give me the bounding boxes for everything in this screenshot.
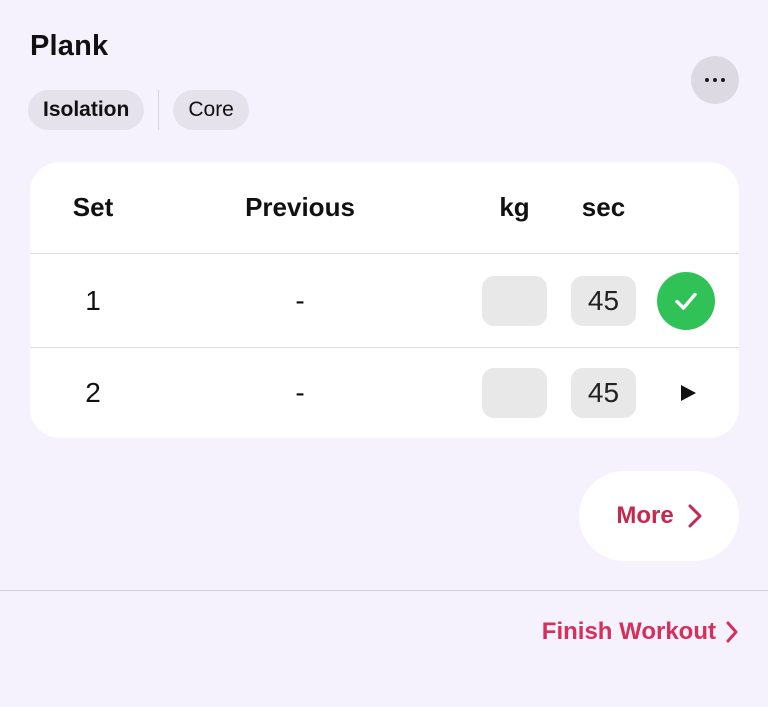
header-kg: kg xyxy=(499,192,530,222)
table-row: 1 - 45 xyxy=(30,254,739,347)
start-set-button[interactable] xyxy=(678,383,698,403)
play-icon xyxy=(681,385,696,401)
finish-workout-label: Finish Workout xyxy=(541,618,716,645)
exercise-title: Plank xyxy=(30,30,109,62)
section-divider xyxy=(0,590,768,591)
kg-input[interactable] xyxy=(482,368,547,418)
sets-table-card: Set Previous kg sec 1 - 45 2 - 45 xyxy=(30,162,739,438)
chevron-right-icon xyxy=(688,504,702,528)
sec-input[interactable]: 45 xyxy=(571,368,636,418)
table-row: 2 - 45 xyxy=(30,348,739,438)
previous-value: - xyxy=(295,377,305,408)
kg-input[interactable] xyxy=(482,276,547,326)
more-button-label: More xyxy=(616,502,674,529)
set-number: 1 xyxy=(85,284,101,316)
header-set: Set xyxy=(72,192,114,222)
more-options-button[interactable] xyxy=(691,56,739,104)
tag-core[interactable]: Core xyxy=(173,90,249,130)
header-sec: sec xyxy=(581,192,626,222)
tag-isolation[interactable]: Isolation xyxy=(28,90,145,130)
table-header-row: Set Previous kg sec xyxy=(30,162,739,253)
checkmark-icon xyxy=(675,292,697,310)
sec-input[interactable]: 45 xyxy=(571,276,636,326)
previous-value: - xyxy=(295,284,305,316)
header-previous: Previous xyxy=(245,192,355,222)
workout-exercise-screen: Plank Isolation Core Set Previous kg sec… xyxy=(0,0,768,707)
chevron-right-icon xyxy=(726,621,738,643)
finish-workout-button[interactable]: Finish Workout xyxy=(542,618,738,646)
complete-set-button[interactable] xyxy=(657,272,715,330)
exercise-tags: Isolation Core xyxy=(28,90,249,130)
tag-divider xyxy=(158,90,160,130)
set-number: 2 xyxy=(85,377,101,408)
ellipsis-icon xyxy=(705,78,725,82)
more-button[interactable]: More xyxy=(579,471,739,561)
